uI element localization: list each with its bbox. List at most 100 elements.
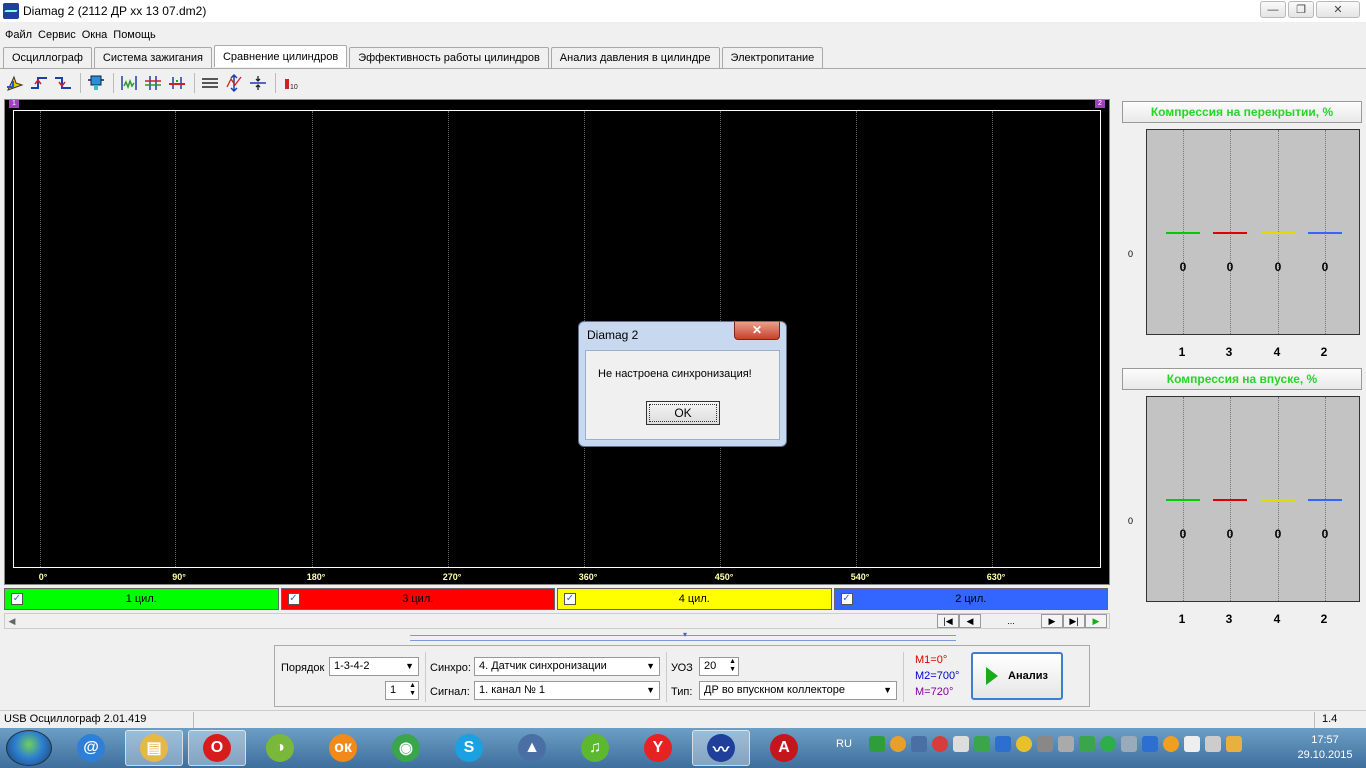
taskbar-app[interactable]: ◉	[377, 730, 435, 766]
menu-windows[interactable]: Окна	[82, 26, 108, 44]
menu-help[interactable]: Помощь	[113, 26, 156, 44]
taskbar-app[interactable]: O	[188, 730, 246, 766]
taskbar-app[interactable]: A	[755, 730, 813, 766]
vertical-scale-icon[interactable]	[223, 72, 245, 94]
tray-status-icon[interactable]	[1015, 736, 1032, 752]
ok-button[interactable]: OK	[646, 401, 720, 425]
tray-media-icon[interactable]	[1099, 736, 1116, 752]
signal-select[interactable]: 1. канал № 1 ▼	[474, 681, 660, 700]
pdf-icon: A	[770, 734, 798, 762]
fall-edge-icon[interactable]	[52, 72, 74, 94]
tray-device-icon[interactable]	[1057, 736, 1074, 752]
tray-avast-icon[interactable]	[1162, 736, 1179, 752]
network-connection-icon[interactable]	[1204, 736, 1221, 752]
tray-usb-icon[interactable]	[1120, 736, 1137, 752]
tab-strip: Осциллограф Система зажигания Сравнение …	[3, 45, 825, 68]
horizontal-scrollbar[interactable]: ◀ |◀ ◀ ... ▶ ▶| ▶	[4, 613, 1110, 629]
minimize-button[interactable]: —	[1260, 1, 1286, 18]
cylinder-toggle-2[interactable]: ✓ 2 цил.	[833, 588, 1108, 610]
analyze-button[interactable]: Анализ	[971, 652, 1063, 700]
stepper-arrows-icon[interactable]: ▲ ▼	[729, 658, 736, 674]
type-select[interactable]: ДР во впускном коллекторе ▼	[699, 681, 897, 700]
taskbar-app[interactable]: ▤	[125, 730, 183, 766]
close-button[interactable]: ✕	[1316, 1, 1360, 18]
tray-net-icon[interactable]	[1141, 736, 1158, 752]
uoz-stepper[interactable]: 20 ▲ ▼	[699, 657, 739, 676]
compression-plot: 0 0 0 0	[1146, 129, 1360, 335]
first-frame-button[interactable]: |◀	[937, 614, 959, 628]
analyze-label: Анализ	[1008, 670, 1048, 682]
language-indicator[interactable]: RU	[836, 738, 852, 750]
tab-pressure-analysis[interactable]: Анализ давления в цилиндре	[550, 47, 720, 68]
lines-icon[interactable]	[199, 72, 221, 94]
next-frame-button[interactable]: ▶	[1041, 614, 1063, 628]
status-right: 1.4	[1322, 713, 1338, 725]
tray-app-icon[interactable]	[868, 736, 885, 752]
overlap-compression-chart: 0 0 0 0 0 1 3 4 2	[1122, 123, 1362, 373]
sync-select[interactable]: 4. Датчик синхронизации ▼	[474, 657, 660, 676]
taskbar-app[interactable]: S	[440, 730, 498, 766]
order-stepper[interactable]: 1 ▲ ▼	[385, 681, 419, 700]
cylinder-toggle-1[interactable]: ✓ 1 цил.	[4, 588, 279, 610]
category-label: 3	[1225, 345, 1233, 359]
tab-oscillograph[interactable]: Осциллограф	[3, 47, 92, 68]
play-button[interactable]: ▶	[1085, 614, 1107, 628]
horizontal-scale-icon[interactable]	[247, 72, 269, 94]
cylinder-icon[interactable]	[85, 72, 107, 94]
stepper-arrows-icon[interactable]: ▲ ▼	[409, 682, 416, 698]
tray-network-icon[interactable]	[973, 736, 990, 752]
tray-display-icon[interactable]	[1036, 736, 1053, 752]
category-label: 3	[1225, 612, 1233, 626]
taskbar-app[interactable]: Y	[629, 730, 687, 766]
panel-splitter[interactable]	[410, 630, 956, 641]
order-select[interactable]: 1-3-4-2 ▼	[329, 657, 419, 676]
tab-cylinder-compare[interactable]: Сравнение цилиндров	[213, 45, 348, 67]
maximize-button[interactable]: ❐	[1288, 1, 1314, 18]
gridline	[856, 111, 857, 567]
cursor-icon[interactable]	[4, 72, 26, 94]
toolbar-separator	[275, 73, 276, 93]
scroll-left-icon[interactable]: ◀	[5, 614, 19, 628]
menu-file[interactable]: Файл	[5, 26, 32, 44]
marks-shift-icon[interactable]	[166, 72, 188, 94]
tray-opera-icon[interactable]	[931, 736, 948, 752]
cylinder-toggle-4[interactable]: ✓ 4 цил.	[557, 588, 832, 610]
marks-split-icon[interactable]	[142, 72, 164, 94]
tray-battery-icon[interactable]	[1078, 736, 1095, 752]
axis-label: 450°	[714, 572, 734, 582]
menu-service[interactable]: Сервис	[38, 26, 76, 44]
tray-vk-icon[interactable]	[910, 736, 927, 752]
oscillogram-area[interactable]: 1 2 0° 90° 180° 270° 360° 450° 540° 630°	[4, 99, 1110, 585]
taskbar-app[interactable]: @	[62, 730, 120, 766]
start-button[interactable]	[6, 730, 52, 766]
action-center-flag-icon[interactable]	[1183, 736, 1200, 752]
cylinder-toggle-3[interactable]: ✓ 3 цил.	[280, 588, 555, 610]
tab-cylinder-efficiency[interactable]: Эффективность работы цилиндров	[349, 47, 549, 68]
clock[interactable]: 17:57 29.10.2015	[1290, 733, 1360, 763]
bar-value-icon[interactable]: 10	[280, 72, 302, 94]
device-status: USB Осциллограф 2.01.419	[4, 713, 147, 725]
compression-plot: 0 0 0 0	[1146, 396, 1360, 602]
taskbar-app[interactable]: ♫	[566, 730, 624, 766]
cylinder-label: 4 цил.	[678, 593, 710, 605]
tab-power-supply[interactable]: Электропитание	[721, 47, 824, 68]
last-frame-button[interactable]: ▶|	[1063, 614, 1085, 628]
rise-edge-icon[interactable]	[28, 72, 50, 94]
tray-emoji-icon[interactable]	[889, 736, 906, 752]
marker-2[interactable]: 2	[1095, 100, 1105, 108]
taskbar-app[interactable]: ▲	[503, 730, 561, 766]
taskbar-app[interactable]: 〰	[692, 730, 750, 766]
taskbar-app[interactable]: ◑	[251, 730, 309, 766]
marker-m: M=720°	[915, 686, 954, 698]
dropdown-arrow-icon: ▼	[883, 685, 892, 695]
prev-frame-button[interactable]: ◀	[959, 614, 981, 628]
tab-ignition[interactable]: Система зажигания	[93, 47, 212, 68]
dialog-close-button[interactable]: ✕	[734, 322, 780, 340]
marker-1[interactable]: 1	[9, 100, 19, 108]
bluetooth-icon[interactable]	[994, 736, 1011, 752]
volume-icon[interactable]	[952, 736, 969, 752]
taskbar-app[interactable]: ок	[314, 730, 372, 766]
tray-update-icon[interactable]	[1225, 736, 1242, 752]
sync-marks-icon[interactable]	[118, 72, 140, 94]
tab-divider	[0, 68, 1366, 69]
